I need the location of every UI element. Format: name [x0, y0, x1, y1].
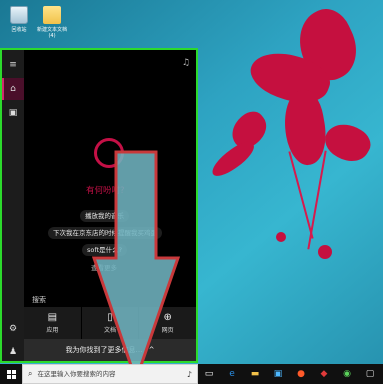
task-view-icon[interactable]: ▭ [203, 368, 215, 380]
taskbar: ⌕ ♪ ▭ e ▬ ▣ ● ◆ ◉ ▢ [0, 364, 383, 384]
store-icon[interactable]: ▣ [272, 368, 284, 380]
taskbar-search-box[interactable]: ⌕ ♪ [22, 364, 198, 384]
gear-icon: ⚙ [8, 324, 18, 334]
notebook-icon: ▣ [8, 108, 18, 118]
desktop-icon-label: 回收站 [11, 27, 27, 33]
category-label: 应用 [46, 326, 59, 334]
search-input[interactable] [37, 370, 182, 378]
person-icon: ♟ [8, 347, 18, 357]
desktop-recycle-bin[interactable]: 回收站 [1, 6, 37, 33]
hamburger-icon: ≡ [9, 60, 17, 70]
app-icon-orange[interactable]: ● [295, 368, 307, 380]
cortana-rail: ≡ ⌂ ▣ ⚙ ♟ [2, 50, 24, 361]
search-section-label: 搜索 [32, 296, 46, 304]
category-apps[interactable]: ▤ 应用 [24, 307, 82, 339]
hamburger-menu-button[interactable]: ≡ [2, 54, 24, 76]
windows-logo-icon [6, 369, 16, 379]
desktop-icon-label: 新建文本文档(4) [36, 27, 67, 39]
edge-browser-icon[interactable]: e [226, 368, 238, 380]
app-icon: ▤ [47, 311, 58, 323]
recycle-bin-icon [10, 6, 28, 24]
notebook-button[interactable]: ▣ [2, 102, 24, 124]
pointer-arrow [92, 150, 180, 382]
home-icon: ⌂ [10, 84, 16, 94]
folder-icon [43, 6, 61, 24]
file-explorer-icon[interactable]: ▬ [249, 368, 261, 380]
settings-button[interactable]: ⚙ [2, 318, 24, 340]
app-icon-green[interactable]: ◉ [341, 368, 353, 380]
feedback-icon[interactable]: ♫ [182, 58, 190, 68]
start-button[interactable] [0, 364, 22, 384]
desktop-folder[interactable]: 新建文本文档(4) [34, 6, 70, 39]
app-icon-red[interactable]: ◆ [318, 368, 330, 380]
home-button[interactable]: ⌂ [2, 78, 24, 100]
feedback-person-button[interactable]: ♟ [2, 341, 24, 363]
search-icon: ⌕ [28, 369, 33, 378]
microphone-icon[interactable]: ♪ [187, 370, 192, 379]
notification-icon[interactable]: ▢ [364, 368, 376, 380]
